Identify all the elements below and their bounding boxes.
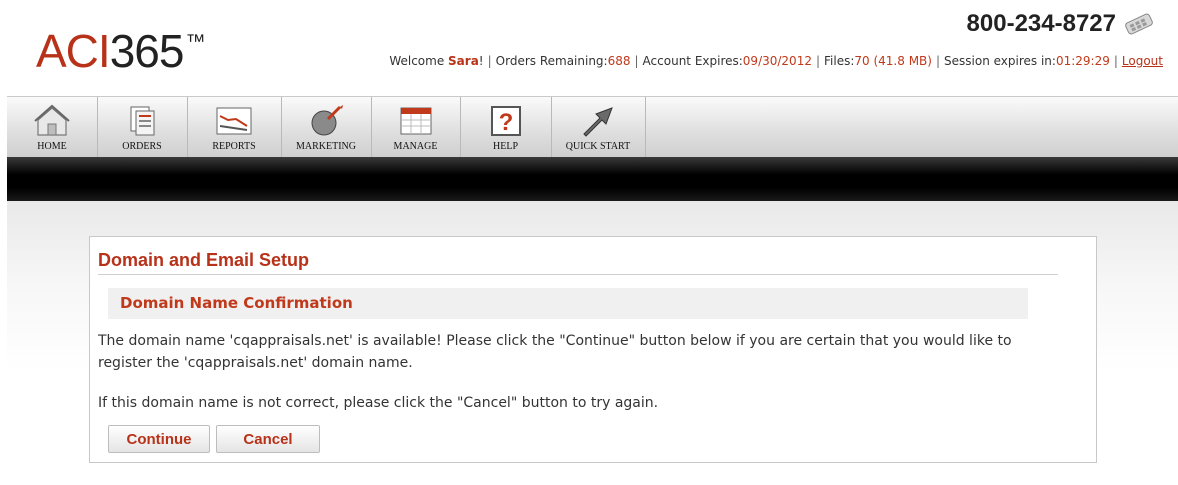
separator: | — [634, 54, 639, 68]
orders-remaining-value: 688 — [607, 54, 631, 68]
logo-trademark: ™ — [185, 31, 205, 53]
user-name: Sara — [448, 54, 479, 68]
svg-text:?: ? — [498, 109, 513, 136]
separator: | — [487, 54, 492, 68]
nav-home[interactable]: HOME — [7, 97, 98, 158]
nav-black-bar — [7, 157, 1178, 201]
page-title: Domain and Email Setup — [98, 250, 310, 270]
nav-reports[interactable]: REPORTS — [187, 97, 282, 158]
account-expires-value: 09/30/2012 — [742, 54, 812, 68]
marketing-icon — [311, 105, 343, 136]
availability-message: The domain name 'cqappraisals.net' is av… — [98, 333, 1012, 371]
section-header: Domain Name Confirmation — [108, 288, 1028, 319]
welcome-text: Welcome — [389, 54, 449, 68]
logo-aci: ACI — [36, 25, 111, 77]
session-expires-label: Session expires in: — [944, 54, 1056, 68]
cancel-instruction: If this domain name is not correct, plea… — [98, 395, 659, 411]
nav-marketing-label: MARKETING — [296, 141, 356, 152]
aci365-logo: ACI365 ™ — [36, 25, 205, 77]
main-nav: HOME ORDERS REPORTS MARKETING MANAGE ? H… — [7, 96, 1178, 158]
domain-setup-panel: Domain and Email Setup Domain Name Confi… — [89, 236, 1097, 463]
welcome-suffix: ! — [478, 54, 484, 68]
nav-manage-label: MANAGE — [393, 141, 438, 152]
home-icon — [34, 104, 70, 136]
phone-icon — [1125, 13, 1153, 35]
help-icon: ? — [490, 106, 521, 136]
nav-quick-start[interactable]: QUICK START — [551, 97, 646, 158]
logo-365: 365 — [109, 25, 185, 77]
files-label: Files: — [824, 54, 855, 68]
nav-reports-label: REPORTS — [212, 141, 256, 152]
separator: | — [815, 54, 821, 68]
nav-help[interactable]: ? HELP — [460, 97, 552, 158]
manage-icon — [400, 107, 431, 135]
account-status-bar: Welcome Sara! | Orders Remaining:688 | Accou… — [389, 54, 1163, 68]
logout-link[interactable]: Logout — [1122, 54, 1163, 68]
nav-home-label: HOME — [37, 141, 67, 152]
reports-icon — [216, 107, 252, 135]
nav-manage[interactable]: MANAGE — [371, 97, 461, 158]
nav-orders-label: ORDERS — [122, 141, 162, 152]
files-value: 70 (41.8 MB) — [854, 54, 932, 68]
orders-icon — [130, 106, 155, 136]
session-expires-value: 01:29:29 — [1055, 54, 1110, 68]
nav-quick-start-label: QUICK START — [565, 141, 631, 152]
nav-marketing[interactable]: MARKETING — [281, 97, 372, 158]
phone-number: 800-234-8727 — [966, 10, 1116, 37]
title-divider — [98, 274, 1058, 275]
orders-remaining-label: Orders Remaining: — [495, 54, 608, 68]
cancel-button[interactable]: Cancel — [216, 425, 320, 453]
nav-help-label: HELP — [493, 141, 518, 152]
continue-button[interactable]: Continue — [108, 425, 210, 453]
separator: | — [1113, 54, 1118, 68]
account-expires-label: Account Expires: — [642, 54, 743, 68]
nav-orders[interactable]: ORDERS — [97, 97, 188, 158]
separator: | — [935, 54, 941, 68]
quick-start-icon — [583, 107, 613, 137]
section-title: Domain Name Confirmation — [120, 294, 353, 312]
